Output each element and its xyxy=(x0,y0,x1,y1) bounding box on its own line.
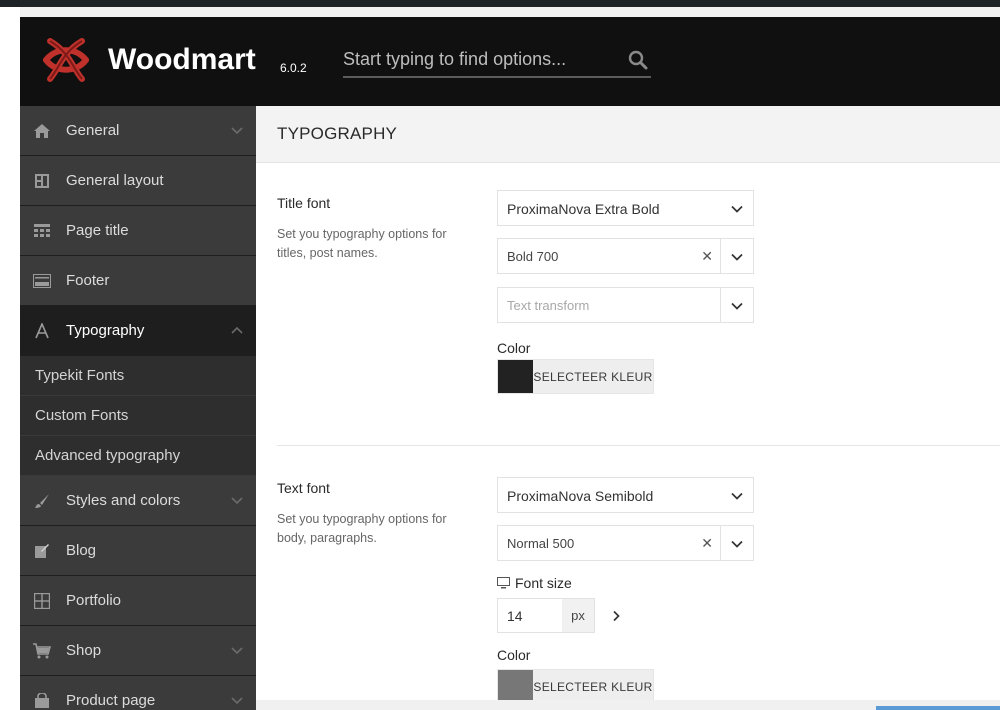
color-picker-label: SELECTEER KLEUR xyxy=(533,670,653,703)
footer-icon xyxy=(32,271,52,291)
chevron-down-icon xyxy=(231,697,243,705)
desktop-icon xyxy=(497,577,510,589)
edit-icon xyxy=(32,541,52,561)
title-text-transform-select[interactable]: Text transform xyxy=(497,287,754,323)
sidebar-item-label: Portfolio xyxy=(66,592,122,609)
select-divider xyxy=(720,526,721,560)
title-font-description: Set you typography options for titles, p… xyxy=(277,227,447,260)
options-sidebar: General General layout Page title Footer xyxy=(20,106,256,710)
browser-top-strip xyxy=(0,0,1000,7)
sidebar-subitem-advanced-typography[interactable]: Advanced typography xyxy=(20,436,256,476)
page-title-icon xyxy=(32,221,52,241)
search-icon[interactable] xyxy=(627,49,649,71)
sidebar-item-label: Product page xyxy=(66,692,156,709)
color-swatch xyxy=(498,360,533,393)
color-swatch xyxy=(498,670,533,703)
select-divider xyxy=(720,239,721,273)
select-value: ProximaNova Extra Bold xyxy=(507,201,660,217)
search-box xyxy=(343,43,651,78)
sidebar-item-label: Blog xyxy=(66,542,97,559)
text-font-family-select[interactable]: ProximaNova Semibold xyxy=(497,477,754,513)
font-size-label-row: Font size xyxy=(497,575,572,591)
font-size-field: px xyxy=(497,598,595,633)
text-font-section: Text font Set you typography options for… xyxy=(277,446,1000,710)
chevron-down-icon xyxy=(231,127,243,135)
color-picker-label: SELECTEER KLEUR xyxy=(533,360,653,393)
select-value: Bold 700 xyxy=(507,249,559,264)
cart-icon xyxy=(32,641,52,661)
select-placeholder: Text transform xyxy=(507,298,590,313)
text-font-label: Text font xyxy=(277,480,330,496)
sidebar-item-general[interactable]: General xyxy=(20,106,256,156)
home-icon xyxy=(32,121,52,141)
sidebar-item-footer[interactable]: Footer xyxy=(20,256,256,306)
options-content: TYPOGRAPHY Title font Set you typography… xyxy=(256,106,1000,710)
title-font-weight-select[interactable]: Bold 700 ✕ xyxy=(497,238,754,274)
clear-icon[interactable]: ✕ xyxy=(701,535,713,552)
page-header: TYPOGRAPHY xyxy=(256,106,1000,163)
chevron-down-icon xyxy=(731,205,743,213)
chevron-up-icon xyxy=(231,326,243,334)
sidebar-item-label: General layout xyxy=(66,172,164,189)
title-font-family-select[interactable]: ProximaNova Extra Bold xyxy=(497,190,754,226)
sidebar-item-portfolio[interactable]: Portfolio xyxy=(20,576,256,626)
left-gutter xyxy=(0,7,20,710)
sidebar-item-shop[interactable]: Shop xyxy=(20,626,256,676)
grid-icon xyxy=(32,591,52,611)
sidebar-item-product-page[interactable]: Product page xyxy=(20,676,256,710)
chevron-down-icon xyxy=(231,497,243,505)
chevron-down-icon xyxy=(731,302,743,310)
sidebar-item-label: Page title xyxy=(66,222,129,239)
sidebar-subitem-typekit-fonts[interactable]: Typekit Fonts xyxy=(20,356,256,396)
sidebar-item-page-title[interactable]: Page title xyxy=(20,206,256,256)
sidebar-item-blog[interactable]: Blog xyxy=(20,526,256,576)
typography-icon xyxy=(32,321,52,341)
title-font-section: Title font Set you typography options fo… xyxy=(277,163,1000,427)
theme-options-panel: Woodmart 6.0.2 General General layout xyxy=(20,17,1000,710)
chevron-down-icon xyxy=(731,253,743,261)
brush-icon xyxy=(32,491,52,511)
sidebar-item-general-layout[interactable]: General layout xyxy=(20,156,256,206)
layout-icon xyxy=(32,171,52,191)
search-input[interactable] xyxy=(343,43,613,75)
select-divider xyxy=(720,288,721,322)
sidebar-item-label: General xyxy=(66,122,120,139)
select-value: ProximaNova Semibold xyxy=(507,488,654,504)
text-font-weight-select[interactable]: Normal 500 ✕ xyxy=(497,525,754,561)
save-bar-edge xyxy=(876,706,1000,710)
title-font-label: Title font xyxy=(277,195,331,211)
sidebar-item-styles-and-colors[interactable]: Styles and colors xyxy=(20,476,256,526)
product-icon xyxy=(32,691,52,710)
chevron-down-icon xyxy=(731,492,743,500)
select-value: Normal 500 xyxy=(507,536,575,551)
woodmart-logo-icon xyxy=(43,38,89,82)
chevron-down-icon xyxy=(731,540,743,548)
font-size-unit: px xyxy=(562,599,594,632)
chevron-down-icon xyxy=(231,647,243,655)
text-font-description: Set you typography options for body, par… xyxy=(277,512,447,545)
page-title: TYPOGRAPHY xyxy=(277,124,398,143)
clear-icon[interactable]: ✕ xyxy=(701,248,713,265)
font-size-input[interactable] xyxy=(498,599,562,632)
brand-name: Woodmart xyxy=(108,43,256,76)
font-size-label: Font size xyxy=(515,575,572,591)
title-color-picker-button[interactable]: SELECTEER KLEUR xyxy=(497,359,654,394)
title-color-label: Color xyxy=(497,340,531,356)
sidebar-item-label: Styles and colors xyxy=(66,492,181,509)
options-header: Woodmart 6.0.2 xyxy=(20,17,1000,106)
chevron-right-icon[interactable] xyxy=(610,610,622,622)
sidebar-item-typography[interactable]: Typography xyxy=(20,306,256,356)
sidebar-subitem-custom-fonts[interactable]: Custom Fonts xyxy=(20,396,256,436)
text-color-label: Color xyxy=(497,647,531,663)
version-number: 6.0.2 xyxy=(280,61,307,75)
sidebar-item-label: Typography xyxy=(66,322,145,339)
sidebar-item-label: Shop xyxy=(66,642,102,659)
text-color-picker-button[interactable]: SELECTEER KLEUR xyxy=(497,669,654,704)
sidebar-item-label: Footer xyxy=(66,272,110,289)
